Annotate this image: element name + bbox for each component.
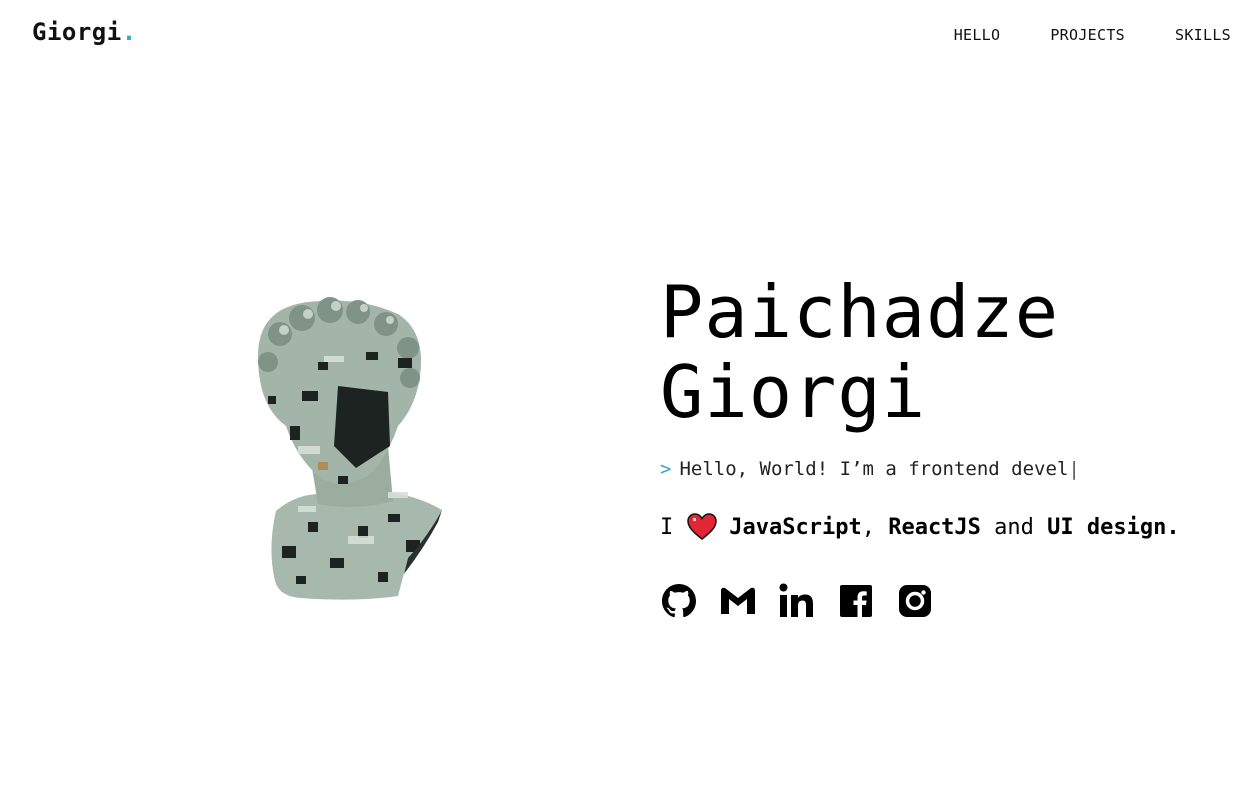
main-nav: HELLO PROJECTS SKILLS — [954, 26, 1231, 44]
love-prefix: I — [660, 514, 674, 540]
nav-skills[interactable]: SKILLS — [1175, 26, 1231, 44]
github-icon — [662, 584, 696, 618]
love-conjunction: and — [994, 514, 1034, 540]
skill-reactjs: ReactJS — [888, 514, 981, 540]
nav-hello[interactable]: HELLO — [954, 26, 1001, 44]
logo-text: Giorgi — [32, 18, 122, 46]
nav-projects[interactable]: PROJECTS — [1050, 26, 1125, 44]
name-line-2: Giorgi — [660, 350, 927, 434]
statue-bust-image — [238, 296, 450, 604]
gmail-link[interactable] — [719, 582, 757, 620]
page: Giorgi. HELLO PROJECTS SKILLS Paichadze … — [0, 0, 1250, 800]
name-line-1: Paichadze — [660, 270, 1060, 354]
love-line: I JavaScript, ReactJS and UI design. — [660, 513, 1180, 541]
facebook-icon — [840, 585, 872, 617]
github-link[interactable] — [660, 582, 698, 620]
love-separator: , — [861, 514, 875, 540]
instagram-icon — [899, 585, 931, 617]
linkedin-icon — [779, 583, 813, 617]
prompt-symbol: > — [660, 458, 672, 480]
typing-caret: | — [1068, 458, 1080, 480]
heart-icon — [687, 513, 718, 541]
facebook-link[interactable] — [837, 582, 875, 620]
site-logo[interactable]: Giorgi. — [32, 18, 137, 46]
social-links — [660, 582, 934, 620]
gmail-icon — [721, 587, 755, 614]
typed-text: Hello, World! I’m a frontend devel — [679, 458, 1069, 480]
skill-ui-design: UI design. — [1047, 514, 1180, 540]
linkedin-link[interactable] — [778, 582, 816, 620]
hero-name: Paichadze Giorgi — [660, 272, 1059, 432]
logo-dot: . — [121, 18, 137, 46]
skill-javascript: JavaScript — [729, 514, 862, 540]
instagram-link[interactable] — [896, 582, 934, 620]
typed-intro: > Hello, World! I’m a frontend devel| — [660, 458, 1080, 480]
